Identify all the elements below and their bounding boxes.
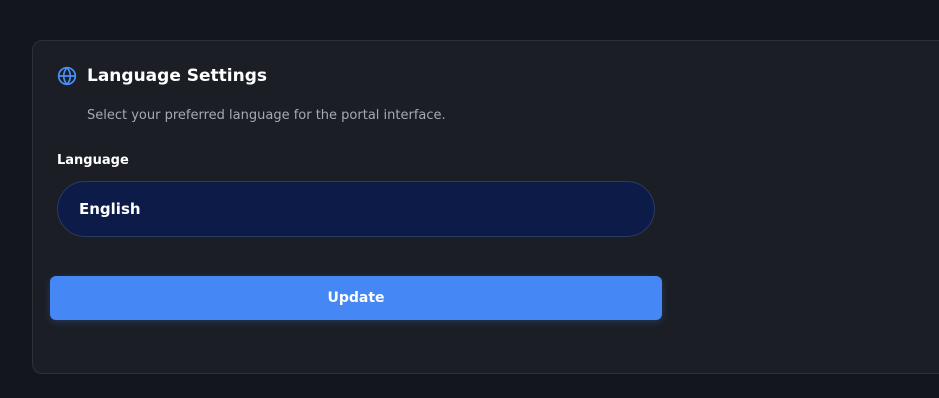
section-description: Select your preferred language for the p… bbox=[87, 108, 446, 123]
globe-icon bbox=[57, 66, 77, 86]
language-select-value: English bbox=[79, 200, 141, 218]
update-button[interactable]: Update bbox=[50, 276, 662, 320]
language-select[interactable]: English bbox=[57, 181, 655, 237]
section-title: Language Settings bbox=[87, 66, 268, 86]
language-field-label: Language bbox=[57, 153, 129, 168]
section-header: Language Settings bbox=[57, 64, 267, 88]
language-settings-card: Language Settings Select your preferred … bbox=[32, 40, 939, 374]
